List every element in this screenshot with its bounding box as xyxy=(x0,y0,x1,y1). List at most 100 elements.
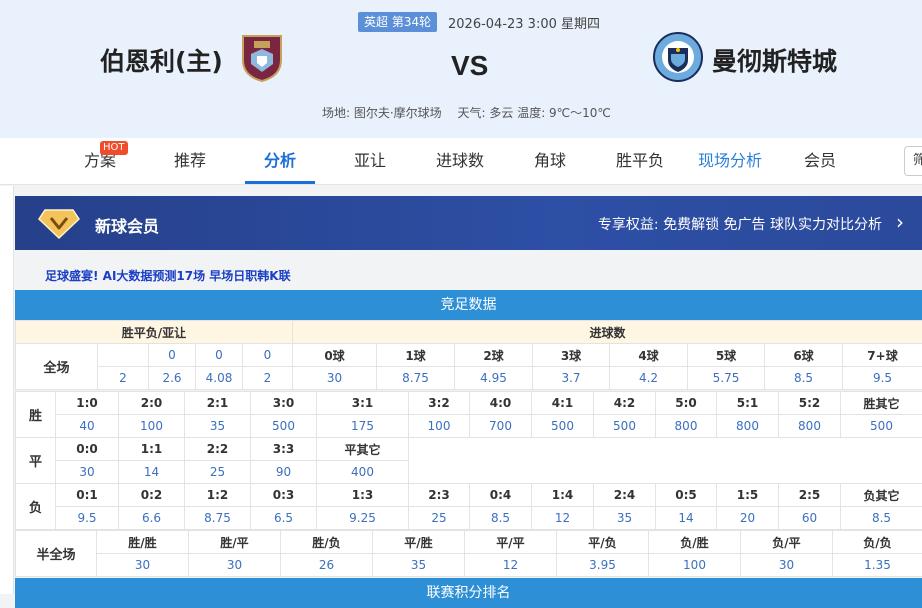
league-badge[interactable]: 英超 第34轮 xyxy=(358,12,437,32)
score-odds[interactable]: 100 xyxy=(119,415,185,438)
score-odds[interactable]: 175 xyxy=(317,415,409,438)
tab-win-draw-lose[interactable]: 胜平负 xyxy=(605,138,675,184)
score-header: 3:1 xyxy=(317,392,409,415)
score-odds[interactable]: 60 xyxy=(779,507,841,530)
score-header: 5:1 xyxy=(717,392,779,415)
score-header: 2:2 xyxy=(185,438,251,461)
spf-odds[interactable]: 2.6 xyxy=(149,367,196,390)
score-odds[interactable]: 500 xyxy=(594,415,656,438)
goals-odds[interactable]: 4.2 xyxy=(610,367,688,390)
goals-odds[interactable]: 30 xyxy=(293,367,377,390)
tab-member[interactable]: 会员 xyxy=(790,138,850,184)
score-odds[interactable]: 25 xyxy=(185,461,251,484)
score-header: 2:3 xyxy=(409,484,470,507)
vip-banner[interactable]: 新球会员 专享权益: 免费解锁 免广告 球队实力对比分析 › xyxy=(15,196,922,250)
score-odds[interactable]: 500 xyxy=(841,415,922,438)
spf-section-title: 胜平负/亚让 xyxy=(16,321,293,344)
score-odds[interactable]: 6.6 xyxy=(119,507,185,530)
score-header: 0:1 xyxy=(56,484,119,507)
score-draw-label: 平 xyxy=(16,438,56,484)
tab-asian-handicap[interactable]: 亚让 xyxy=(340,138,400,184)
score-odds[interactable]: 30 xyxy=(56,461,119,484)
score-odds[interactable]: 100 xyxy=(409,415,470,438)
goals-odds[interactable]: 9.5 xyxy=(843,367,922,390)
goals-header: 0球 xyxy=(293,344,377,367)
halffull-header: 平/平 xyxy=(465,531,557,554)
halffull-header: 胜/负 xyxy=(281,531,373,554)
score-header: 4:1 xyxy=(532,392,594,415)
score-odds[interactable]: 800 xyxy=(656,415,717,438)
goals-odds[interactable]: 4.95 xyxy=(455,367,533,390)
halffull-odds[interactable]: 30 xyxy=(189,554,281,577)
score-odds[interactable]: 400 xyxy=(317,461,409,484)
halffull-header: 平/胜 xyxy=(373,531,465,554)
score-odds[interactable]: 12 xyxy=(532,507,594,530)
halffull-odds[interactable]: 30 xyxy=(97,554,189,577)
score-header: 2:5 xyxy=(779,484,841,507)
score-odds[interactable]: 20 xyxy=(717,507,779,530)
score-odds[interactable]: 500 xyxy=(532,415,594,438)
tab-live-analysis[interactable]: 现场分析 xyxy=(690,138,770,184)
score-header: 3:3 xyxy=(251,438,317,461)
score-header: 4:0 xyxy=(470,392,532,415)
spf-cell: 0 xyxy=(243,344,293,367)
halffull-odds[interactable]: 1.35 xyxy=(833,554,922,577)
halffull-odds[interactable]: 12 xyxy=(465,554,557,577)
score-odds[interactable]: 35 xyxy=(185,415,251,438)
goals-odds[interactable]: 8.75 xyxy=(377,367,455,390)
spf-cell: 0 xyxy=(149,344,196,367)
score-odds[interactable]: 8.75 xyxy=(185,507,251,530)
score-odds[interactable]: 90 xyxy=(251,461,317,484)
goals-odds[interactable]: 5.75 xyxy=(688,367,765,390)
spf-odds[interactable]: 2 xyxy=(243,367,293,390)
score-odds[interactable]: 500 xyxy=(251,415,317,438)
score-header: 4:2 xyxy=(594,392,656,415)
chevron-right-icon[interactable]: › xyxy=(896,210,904,234)
goals-section-title: 进球数 xyxy=(293,321,922,344)
halffull-odds[interactable]: 35 xyxy=(373,554,465,577)
home-team-name[interactable]: 伯恩利(主) xyxy=(100,42,223,78)
score-header: 2:4 xyxy=(594,484,656,507)
halffull-odds[interactable]: 26 xyxy=(281,554,373,577)
score-odds[interactable]: 25 xyxy=(409,507,470,530)
score-odds[interactable]: 700 xyxy=(470,415,532,438)
score-odds[interactable]: 9.25 xyxy=(317,507,409,530)
spf-row-label: 全场 xyxy=(16,344,98,390)
score-odds[interactable]: 800 xyxy=(779,415,841,438)
score-odds[interactable]: 14 xyxy=(119,461,185,484)
score-win-label: 胜 xyxy=(16,392,56,438)
score-header: 2:1 xyxy=(185,392,251,415)
halffull-odds[interactable]: 30 xyxy=(741,554,833,577)
score-header: 负其它 xyxy=(841,484,922,507)
filter-button[interactable]: 筛 xyxy=(904,146,922,176)
tab-recommend[interactable]: 推荐 xyxy=(160,138,220,184)
score-odds[interactable]: 800 xyxy=(717,415,779,438)
burnley-crest-icon[interactable] xyxy=(239,32,285,82)
score-odds[interactable]: 8.5 xyxy=(841,507,922,530)
tab-analysis[interactable]: 分析 xyxy=(245,138,315,184)
score-header: 1:1 xyxy=(119,438,185,461)
score-odds[interactable]: 35 xyxy=(594,507,656,530)
score-odds[interactable]: 40 xyxy=(56,415,119,438)
goals-odds[interactable]: 8.5 xyxy=(765,367,843,390)
score-odds[interactable]: 6.5 xyxy=(251,507,317,530)
score-odds[interactable]: 8.5 xyxy=(470,507,532,530)
promo-link[interactable]: 足球盛宴! AI大数据预测17场 早场日职韩K联 xyxy=(45,267,291,284)
man-city-crest-icon[interactable] xyxy=(653,32,703,82)
spf-odds[interactable]: 4.08 xyxy=(196,367,243,390)
halffull-odds[interactable]: 3.95 xyxy=(557,554,649,577)
spf-cell xyxy=(98,344,149,367)
score-odds[interactable]: 14 xyxy=(656,507,717,530)
score-header: 胜其它 xyxy=(841,392,922,415)
tab-corners[interactable]: 角球 xyxy=(520,138,580,184)
left-side-strip xyxy=(0,186,14,594)
jingzu-data-title: 竞足数据 xyxy=(15,290,922,320)
score-odds[interactable]: 9.5 xyxy=(56,507,119,530)
halffull-odds[interactable]: 100 xyxy=(649,554,741,577)
score-header: 1:2 xyxy=(185,484,251,507)
tab-goals[interactable]: 进球数 xyxy=(425,138,495,184)
spf-odds[interactable]: 2 xyxy=(98,367,149,390)
score-header: 1:4 xyxy=(532,484,594,507)
goals-odds[interactable]: 3.7 xyxy=(533,367,610,390)
away-team-name[interactable]: 曼彻斯特城 xyxy=(712,42,837,78)
